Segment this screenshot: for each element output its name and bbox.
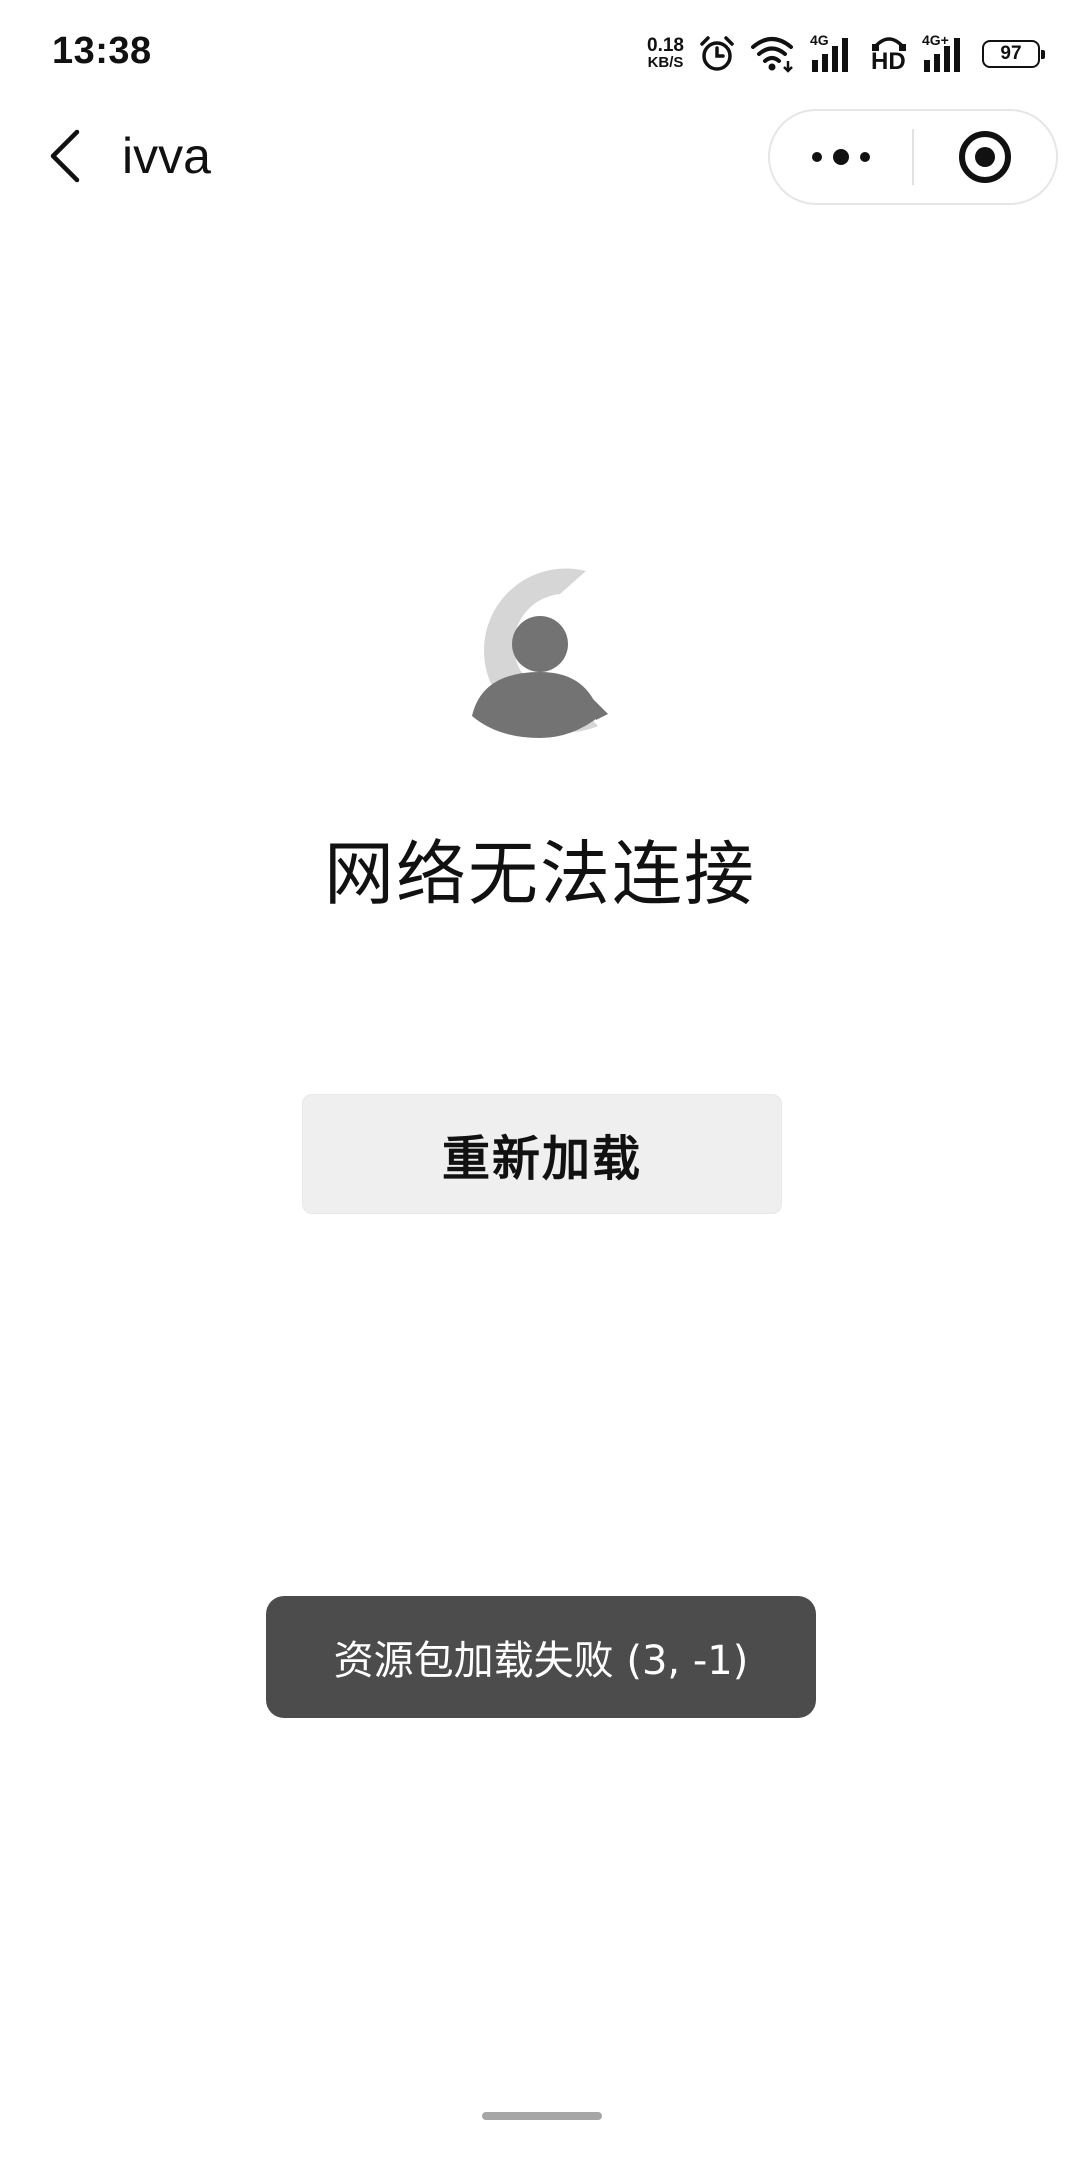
error-title: 网络无法连接 <box>324 833 756 915</box>
capsule-menu <box>768 109 1058 205</box>
signal-4g-icon: 4G <box>810 32 856 74</box>
page-title: ivva <box>122 128 211 184</box>
nav-bar: ivva <box>0 105 1080 210</box>
close-target-icon <box>959 131 1011 183</box>
app-user-logo-icon <box>472 568 608 738</box>
network-speed-unit: KB/S <box>647 54 684 71</box>
more-dots-icon <box>812 149 870 165</box>
reload-button[interactable]: 重新加载 <box>302 1094 782 1214</box>
status-time: 13:38 <box>52 30 152 72</box>
back-button[interactable] <box>34 123 96 189</box>
signal-4g-plus-icon: 4G+ <box>922 32 968 74</box>
hd-label: HD <box>871 48 906 75</box>
wifi-icon <box>751 37 793 73</box>
battery-icon: 97 <box>982 40 1045 68</box>
alarm-icon <box>700 36 734 71</box>
hd-voice-icon: HD <box>870 34 908 74</box>
more-button[interactable] <box>770 111 912 203</box>
close-button[interactable] <box>914 111 1056 203</box>
back-chevron-icon <box>50 129 80 183</box>
toast-message: 资源包加载失败 (3, -1) <box>266 1596 816 1718</box>
home-indicator[interactable] <box>482 2112 602 2120</box>
status-icons: 0.18 KB/S 4G HD 4G+ 97 <box>647 32 1045 76</box>
network-speed-value: 0.18 <box>647 35 684 56</box>
status-bar: 13:38 0.18 KB/S 4G HD 4G+ 97 <box>0 0 1080 105</box>
network-speed: 0.18 KB/S <box>647 35 684 71</box>
screen: 13:38 0.18 KB/S 4G HD 4G+ 97 ivva 网络无法连接… <box>0 0 1080 2160</box>
battery-level: 97 <box>1000 43 1022 64</box>
